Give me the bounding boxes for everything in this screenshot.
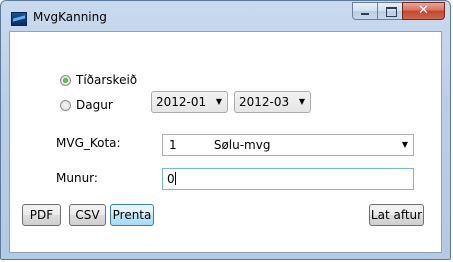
chevron-down-icon: ▼: [401, 140, 408, 149]
app-window: MvgKanning ✕ Tíðarskeið Dagur 2012-01 ▼ …: [0, 0, 451, 260]
chevron-down-icon: ▼: [298, 97, 305, 106]
minimize-button[interactable]: [352, 2, 378, 20]
mvg-kota-name: Sølu-mvg: [213, 138, 271, 152]
close-icon: ✕: [418, 3, 429, 18]
maximize-icon: [386, 7, 397, 17]
mvg-kota-code: 1: [169, 138, 177, 152]
mvg-kota-select[interactable]: 1 Sølu-mvg ▼: [162, 134, 414, 156]
title-bar[interactable]: MvgKanning ✕: [1, 1, 450, 31]
period-from-value: 2012-01: [156, 95, 207, 109]
caption-buttons: ✕: [352, 2, 445, 21]
period-to-value: 2012-03: [239, 95, 290, 109]
radio-period-indicator[interactable]: [60, 74, 71, 86]
close-button[interactable]: Lat aftur: [369, 204, 424, 226]
csv-button[interactable]: CSV: [69, 204, 106, 226]
radio-day-indicator[interactable]: [60, 99, 71, 111]
mvg-kota-label: MVG_Kota:: [56, 136, 121, 150]
chevron-down-icon: ▼: [215, 97, 222, 106]
munur-label: Munur:: [56, 171, 98, 185]
pdf-button[interactable]: PDF: [22, 204, 61, 226]
munur-input[interactable]: 0: [162, 168, 414, 190]
radio-day[interactable]: Dagur: [60, 98, 113, 112]
close-window-button[interactable]: ✕: [402, 2, 445, 20]
period-from-select[interactable]: 2012-01 ▼: [151, 91, 228, 113]
dialog-content: Tíðarskeið Dagur 2012-01 ▼ 2012-03 ▼ MVG…: [9, 31, 442, 253]
text-caret: [174, 172, 176, 185]
window-title: MvgKanning: [33, 10, 107, 24]
radio-period[interactable]: Tíðarskeið: [60, 73, 137, 87]
prenta-button[interactable]: Prenta: [110, 204, 154, 226]
minimize-icon: [361, 13, 369, 15]
radio-day-label: Dagur: [76, 98, 113, 112]
munur-value: 0: [167, 172, 175, 186]
period-to-select[interactable]: 2012-03 ▼: [234, 91, 311, 113]
app-icon: [11, 12, 27, 26]
maximize-button[interactable]: [377, 2, 403, 20]
radio-period-label: Tíðarskeið: [76, 73, 138, 87]
